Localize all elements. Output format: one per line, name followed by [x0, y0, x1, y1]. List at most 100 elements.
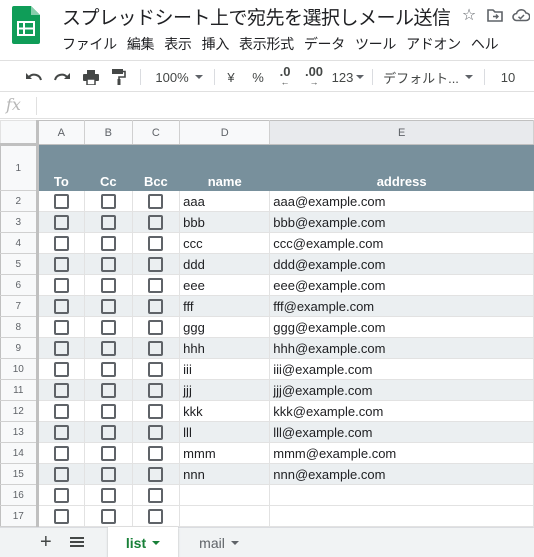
- name-cell[interactable]: jjj: [179, 379, 271, 401]
- bcc-checkbox-cell[interactable]: [131, 442, 181, 464]
- cc-checkbox-cell[interactable]: [84, 253, 133, 275]
- to-checkbox[interactable]: [53, 215, 69, 231]
- name-cell[interactable]: mmm: [179, 442, 271, 464]
- cc-checkbox[interactable]: [100, 383, 116, 399]
- address-cell[interactable]: fff@example.com: [269, 295, 534, 317]
- cc-checkbox[interactable]: [100, 194, 116, 210]
- to-checkbox[interactable]: [53, 467, 69, 483]
- cc-checkbox-cell[interactable]: [84, 211, 133, 233]
- to-checkbox-cell[interactable]: [36, 316, 86, 338]
- add-sheet-icon[interactable]: +: [40, 532, 52, 552]
- cc-checkbox[interactable]: [100, 299, 116, 315]
- header-cell-address[interactable]: address: [269, 144, 534, 191]
- menu-insert[interactable]: 挿入: [202, 34, 239, 54]
- cc-checkbox[interactable]: [100, 215, 116, 231]
- cc-checkbox[interactable]: [100, 509, 116, 525]
- to-checkbox-cell[interactable]: [36, 442, 86, 464]
- row-header[interactable]: 11: [0, 379, 39, 401]
- bcc-checkbox-cell[interactable]: [131, 253, 181, 275]
- cc-checkbox-cell[interactable]: [84, 442, 133, 464]
- bcc-checkbox-cell[interactable]: [131, 190, 181, 212]
- row-header[interactable]: 1: [0, 144, 39, 191]
- row-header[interactable]: 5: [0, 253, 39, 275]
- column-header-c[interactable]: C: [131, 120, 181, 145]
- cloud-status-icon[interactable]: [512, 6, 530, 24]
- cc-checkbox-cell[interactable]: [84, 337, 133, 359]
- bcc-checkbox[interactable]: [148, 383, 164, 399]
- column-header-d[interactable]: D: [179, 120, 271, 145]
- to-checkbox-cell[interactable]: [36, 400, 86, 422]
- to-checkbox[interactable]: [53, 383, 69, 399]
- to-checkbox-cell[interactable]: [36, 358, 86, 380]
- document-title[interactable]: スプレッドシート上で宛先を選択しメール送信: [62, 3, 451, 30]
- to-checkbox[interactable]: [53, 425, 69, 441]
- cc-checkbox[interactable]: [100, 362, 116, 378]
- address-cell[interactable]: [269, 505, 534, 527]
- address-cell[interactable]: nnn@example.com: [269, 463, 534, 485]
- menu-tools[interactable]: ツール: [355, 34, 406, 54]
- cc-checkbox-cell[interactable]: [84, 295, 133, 317]
- address-cell[interactable]: ddd@example.com: [269, 253, 534, 275]
- row-header[interactable]: 8: [0, 316, 39, 338]
- bcc-checkbox[interactable]: [148, 194, 164, 210]
- cc-checkbox[interactable]: [100, 320, 116, 336]
- cc-checkbox-cell[interactable]: [84, 316, 133, 338]
- menu-file[interactable]: ファイル: [62, 34, 127, 54]
- bcc-checkbox[interactable]: [148, 509, 164, 525]
- bcc-checkbox[interactable]: [148, 236, 164, 252]
- bcc-checkbox[interactable]: [148, 257, 164, 273]
- row-header[interactable]: 6: [0, 274, 39, 296]
- name-cell[interactable]: nnn: [179, 463, 271, 485]
- all-sheets-icon[interactable]: [70, 537, 84, 549]
- to-checkbox[interactable]: [53, 446, 69, 462]
- name-cell[interactable]: aaa: [179, 190, 271, 212]
- name-cell[interactable]: iii: [179, 358, 271, 380]
- name-cell[interactable]: [179, 484, 271, 506]
- cc-checkbox[interactable]: [100, 236, 116, 252]
- name-cell[interactable]: kkk: [179, 400, 271, 422]
- cc-checkbox-cell[interactable]: [84, 505, 133, 527]
- bcc-checkbox-cell[interactable]: [131, 463, 181, 485]
- bcc-checkbox[interactable]: [148, 215, 164, 231]
- to-checkbox[interactable]: [53, 362, 69, 378]
- row-header[interactable]: 12: [0, 400, 39, 422]
- cc-checkbox[interactable]: [100, 278, 116, 294]
- to-checkbox-cell[interactable]: [36, 421, 86, 443]
- star-icon[interactable]: ☆: [460, 6, 478, 24]
- print-icon[interactable]: [79, 61, 103, 93]
- cc-checkbox[interactable]: [100, 257, 116, 273]
- sheet-tab-mail[interactable]: mail: [184, 528, 254, 557]
- bcc-checkbox[interactable]: [148, 362, 164, 378]
- name-cell[interactable]: ccc: [179, 232, 271, 254]
- row-header[interactable]: 7: [0, 295, 39, 317]
- to-checkbox-cell[interactable]: [36, 190, 86, 212]
- column-header-e[interactable]: E: [269, 120, 534, 145]
- to-checkbox[interactable]: [53, 299, 69, 315]
- number-format-select[interactable]: 123: [330, 61, 366, 93]
- menu-format[interactable]: 表示形式: [239, 34, 304, 54]
- bcc-checkbox[interactable]: [148, 341, 164, 357]
- address-cell[interactable]: lll@example.com: [269, 421, 534, 443]
- menu-data[interactable]: データ: [304, 34, 355, 54]
- cc-checkbox-cell[interactable]: [84, 463, 133, 485]
- menu-edit[interactable]: 編集: [127, 34, 164, 54]
- zoom-select[interactable]: 100%: [150, 61, 208, 93]
- bcc-checkbox[interactable]: [148, 320, 164, 336]
- to-checkbox[interactable]: [53, 341, 69, 357]
- column-header-a[interactable]: A: [36, 120, 86, 145]
- name-cell[interactable]: hhh: [179, 337, 271, 359]
- bcc-checkbox[interactable]: [148, 425, 164, 441]
- address-cell[interactable]: iii@example.com: [269, 358, 534, 380]
- row-header[interactable]: 9: [0, 337, 39, 359]
- to-checkbox-cell[interactable]: [36, 295, 86, 317]
- cc-checkbox[interactable]: [100, 467, 116, 483]
- bcc-checkbox-cell[interactable]: [131, 379, 181, 401]
- row-header[interactable]: 13: [0, 421, 39, 443]
- bcc-checkbox-cell[interactable]: [131, 211, 181, 233]
- to-checkbox-cell[interactable]: [36, 232, 86, 254]
- row-header[interactable]: 15: [0, 463, 39, 485]
- to-checkbox-cell[interactable]: [36, 337, 86, 359]
- bcc-checkbox[interactable]: [148, 488, 164, 504]
- bcc-checkbox[interactable]: [148, 404, 164, 420]
- cc-checkbox-cell[interactable]: [84, 421, 133, 443]
